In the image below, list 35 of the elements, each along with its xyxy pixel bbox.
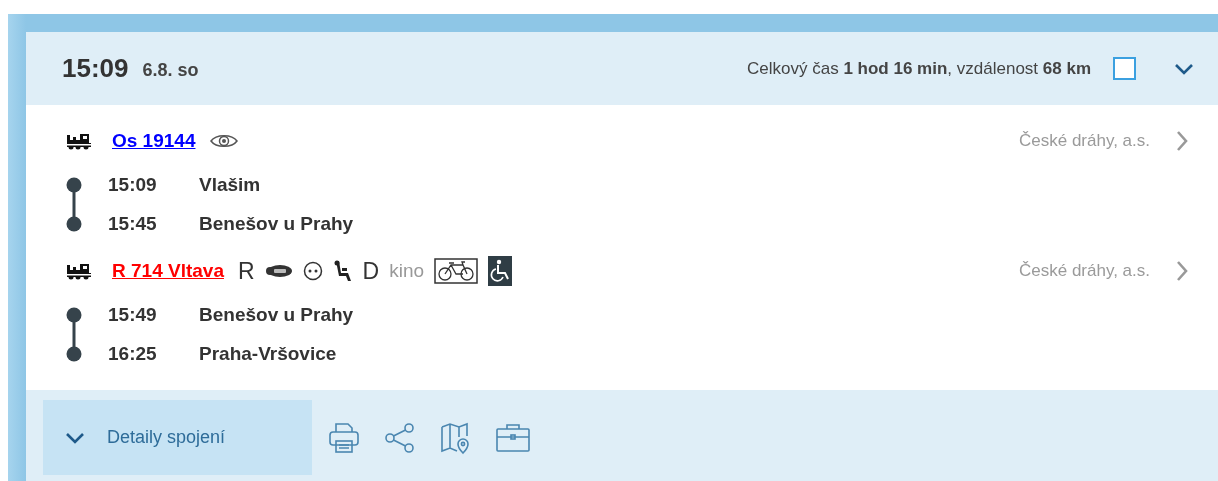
service-code: D <box>362 257 380 285</box>
seat-icon <box>332 260 353 282</box>
train-link[interactable]: Os 19144 <box>112 130 196 152</box>
power-socket-icon <box>302 261 323 281</box>
operator-name: České dráhy, a.s. <box>1018 131 1150 151</box>
station-name: Vlašim <box>199 173 261 196</box>
station-name: Praha-Vršovice <box>199 342 337 365</box>
checkbox[interactable] <box>1113 57 1136 80</box>
locomotive-icon <box>66 132 94 150</box>
chevron-down-icon[interactable] <box>1174 62 1194 75</box>
station-name: Benešov u Prahy <box>199 212 354 235</box>
print-icon[interactable] <box>327 420 361 455</box>
train-link[interactable]: R 714 Vltava <box>112 260 224 282</box>
bicycle-icon <box>434 258 479 284</box>
operator-name: České dráhy, a.s. <box>1018 261 1150 281</box>
stop-time: 15:09 <box>108 173 158 196</box>
departure-time: 15:09 <box>62 53 129 84</box>
trip-summary: Celkový čas 1 hod 16 min, vzdálenost 68 km <box>747 58 1091 79</box>
chevron-down-icon <box>65 431 85 444</box>
route-line-drawing <box>66 307 82 362</box>
service-code: R <box>237 257 255 285</box>
stop-time: 16:25 <box>108 342 158 365</box>
stop-time: 15:45 <box>108 212 158 235</box>
service-note: kino <box>389 260 425 282</box>
chevron-right-icon[interactable] <box>1176 260 1188 282</box>
route-line-drawing <box>66 177 82 232</box>
station-name: Benešov u Prahy <box>199 303 354 326</box>
locomotive-icon <box>66 262 94 280</box>
stop-time: 15:49 <box>108 303 158 326</box>
share-icon[interactable] <box>383 420 417 455</box>
chevron-right-icon[interactable] <box>1176 130 1188 152</box>
details-button[interactable]: Detaily spojení <box>43 400 312 475</box>
departure-date: 6.8. so <box>142 59 200 81</box>
eye-icon[interactable] <box>209 133 240 149</box>
wheelchair-icon <box>488 256 513 286</box>
